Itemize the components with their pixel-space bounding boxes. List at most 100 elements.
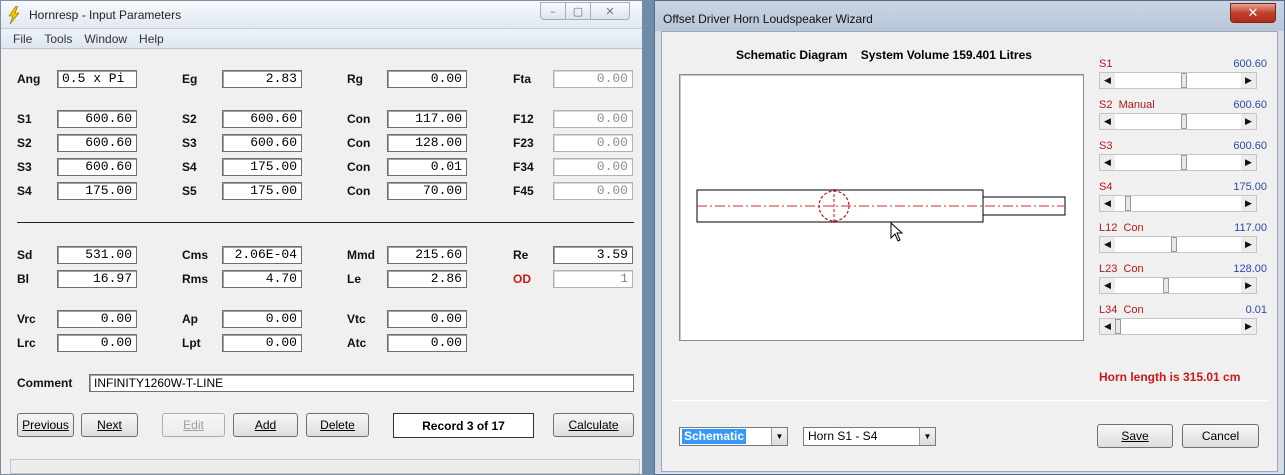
- slider-scrollbar[interactable]: ◀ ▶: [1099, 195, 1257, 212]
- fta-label: Fta: [513, 72, 531, 86]
- arrow-left-icon[interactable]: ◀: [1100, 237, 1115, 252]
- calculate-button[interactable]: Calculate: [553, 413, 634, 437]
- arrow-right-icon[interactable]: ▶: [1241, 73, 1256, 88]
- scrollbar-thumb[interactable]: [1181, 73, 1187, 88]
- ang-label: Ang: [17, 72, 41, 86]
- rms-field[interactable]: 4.70: [222, 270, 302, 288]
- bl-field[interactable]: 16.97: [57, 270, 137, 288]
- slider-scrollbar[interactable]: ◀ ▶: [1099, 72, 1257, 89]
- s3-field[interactable]: 600.60: [222, 134, 302, 152]
- sd-label: Sd: [17, 248, 33, 262]
- scrollbar-thumb[interactable]: [1125, 196, 1131, 211]
- save-button[interactable]: Save: [1097, 424, 1173, 448]
- chevron-down-icon[interactable]: ▼: [919, 428, 935, 445]
- scrollbar-track[interactable]: [1115, 278, 1241, 293]
- lrc-field[interactable]: 0.00: [57, 334, 137, 352]
- scrollbar-track[interactable]: [1115, 114, 1241, 129]
- arrow-right-icon[interactable]: ▶: [1241, 237, 1256, 252]
- od-label[interactable]: OD: [513, 272, 531, 286]
- re-field[interactable]: 3.59: [553, 246, 633, 264]
- scrollbar-thumb[interactable]: [1115, 319, 1121, 334]
- atc-field[interactable]: 0.00: [387, 334, 467, 352]
- slider-value: 600.60: [1233, 58, 1267, 70]
- slider-label: S3: [1099, 140, 1113, 152]
- s2-field[interactable]: 600.60: [222, 110, 302, 128]
- rg-label: Rg: [347, 72, 363, 86]
- rg-field[interactable]: 0.00: [387, 70, 467, 88]
- slider-value: 128.00: [1233, 263, 1267, 275]
- divider: [671, 400, 1269, 401]
- arrow-left-icon[interactable]: ◀: [1100, 155, 1115, 170]
- close-icon[interactable]: ✕: [1230, 3, 1276, 23]
- horn-length: Horn length is 315.01 cm: [1099, 370, 1241, 384]
- close-icon[interactable]: ✕: [590, 2, 630, 20]
- arrow-right-icon[interactable]: ▶: [1241, 155, 1256, 170]
- menu-window[interactable]: Window: [78, 30, 133, 48]
- vrc-field[interactable]: 0.00: [57, 310, 137, 328]
- view-select[interactable]: Schematic ▼: [679, 427, 788, 446]
- scrollbar-track[interactable]: [1115, 155, 1241, 170]
- s4-field[interactable]: 175.00: [57, 182, 137, 200]
- ang-field[interactable]: 0.5 x Pi: [57, 70, 137, 88]
- chevron-down-icon[interactable]: ▼: [771, 428, 787, 445]
- con-field[interactable]: 0.01: [387, 158, 467, 176]
- con-field[interactable]: 70.00: [387, 182, 467, 200]
- scrollbar-thumb[interactable]: [1181, 114, 1187, 129]
- scrollbar-track[interactable]: [1115, 73, 1241, 88]
- f12-field: 0.00: [553, 110, 633, 128]
- slider-scrollbar[interactable]: ◀ ▶: [1099, 277, 1257, 294]
- arrow-left-icon[interactable]: ◀: [1100, 319, 1115, 334]
- menu-help[interactable]: Help: [133, 30, 170, 48]
- sd-field[interactable]: 531.00: [57, 246, 137, 264]
- arrow-left-icon[interactable]: ◀: [1100, 114, 1115, 129]
- f34-label: F34: [513, 160, 534, 174]
- le-field[interactable]: 2.86: [387, 270, 467, 288]
- con-field[interactable]: 128.00: [387, 134, 467, 152]
- delete-button[interactable]: Delete: [306, 413, 369, 437]
- vtc-field[interactable]: 0.00: [387, 310, 467, 328]
- scrollbar-thumb[interactable]: [1181, 155, 1187, 170]
- menu-file[interactable]: File: [7, 30, 38, 48]
- arrow-right-icon[interactable]: ▶: [1241, 196, 1256, 211]
- lpt-field[interactable]: 0.00: [222, 334, 302, 352]
- arrow-right-icon[interactable]: ▶: [1241, 278, 1256, 293]
- add-button-label: Add: [254, 418, 277, 432]
- horn-wizard-window: Offset Driver Horn Loudspeaker Wizard ✕ …: [654, 0, 1285, 475]
- s3-field[interactable]: 600.60: [57, 158, 137, 176]
- minimize-icon[interactable]: –: [540, 2, 566, 20]
- scrollbar-track[interactable]: [1115, 237, 1241, 252]
- arrow-right-icon[interactable]: ▶: [1241, 319, 1256, 334]
- comment-field[interactable]: INFINITY1260W-T-LINE: [89, 374, 634, 392]
- segment-select[interactable]: Horn S1 - S4 ▼: [803, 427, 936, 446]
- scrollbar-track[interactable]: [1115, 196, 1241, 211]
- s4-field[interactable]: 175.00: [222, 158, 302, 176]
- cancel-button[interactable]: Cancel: [1182, 424, 1259, 448]
- delete-button-label: Delete: [320, 418, 355, 432]
- s1-field[interactable]: 600.60: [57, 110, 137, 128]
- slider-scrollbar[interactable]: ◀ ▶: [1099, 236, 1257, 253]
- arrow-left-icon[interactable]: ◀: [1100, 196, 1115, 211]
- previous-button[interactable]: Previous: [17, 413, 74, 437]
- s5-field[interactable]: 175.00: [222, 182, 302, 200]
- cms-field[interactable]: 2.06E-04: [222, 246, 302, 264]
- scrollbar-thumb[interactable]: [1171, 237, 1177, 252]
- arrow-left-icon[interactable]: ◀: [1100, 278, 1115, 293]
- next-button[interactable]: Next: [81, 413, 138, 437]
- s2-field[interactable]: 600.60: [57, 134, 137, 152]
- arrow-right-icon[interactable]: ▶: [1241, 114, 1256, 129]
- ap-field[interactable]: 0.00: [222, 310, 302, 328]
- add-button[interactable]: Add: [233, 413, 298, 437]
- arrow-left-icon[interactable]: ◀: [1100, 73, 1115, 88]
- maximize-icon[interactable]: ▢: [565, 2, 591, 20]
- menu-tools[interactable]: Tools: [38, 30, 78, 48]
- eg-field[interactable]: 2.83: [222, 70, 302, 88]
- scrollbar-thumb[interactable]: [1163, 278, 1169, 293]
- mmd-field[interactable]: 215.60: [387, 246, 467, 264]
- slider-label: L23 Con: [1099, 263, 1144, 275]
- slider-scrollbar[interactable]: ◀ ▶: [1099, 154, 1257, 171]
- con-field[interactable]: 117.00: [387, 110, 467, 128]
- slider-scrollbar[interactable]: ◀ ▶: [1099, 113, 1257, 130]
- mmd-label: Mmd: [347, 248, 375, 262]
- slider-scrollbar[interactable]: ◀ ▶: [1099, 318, 1257, 335]
- scrollbar-track[interactable]: [1115, 319, 1241, 334]
